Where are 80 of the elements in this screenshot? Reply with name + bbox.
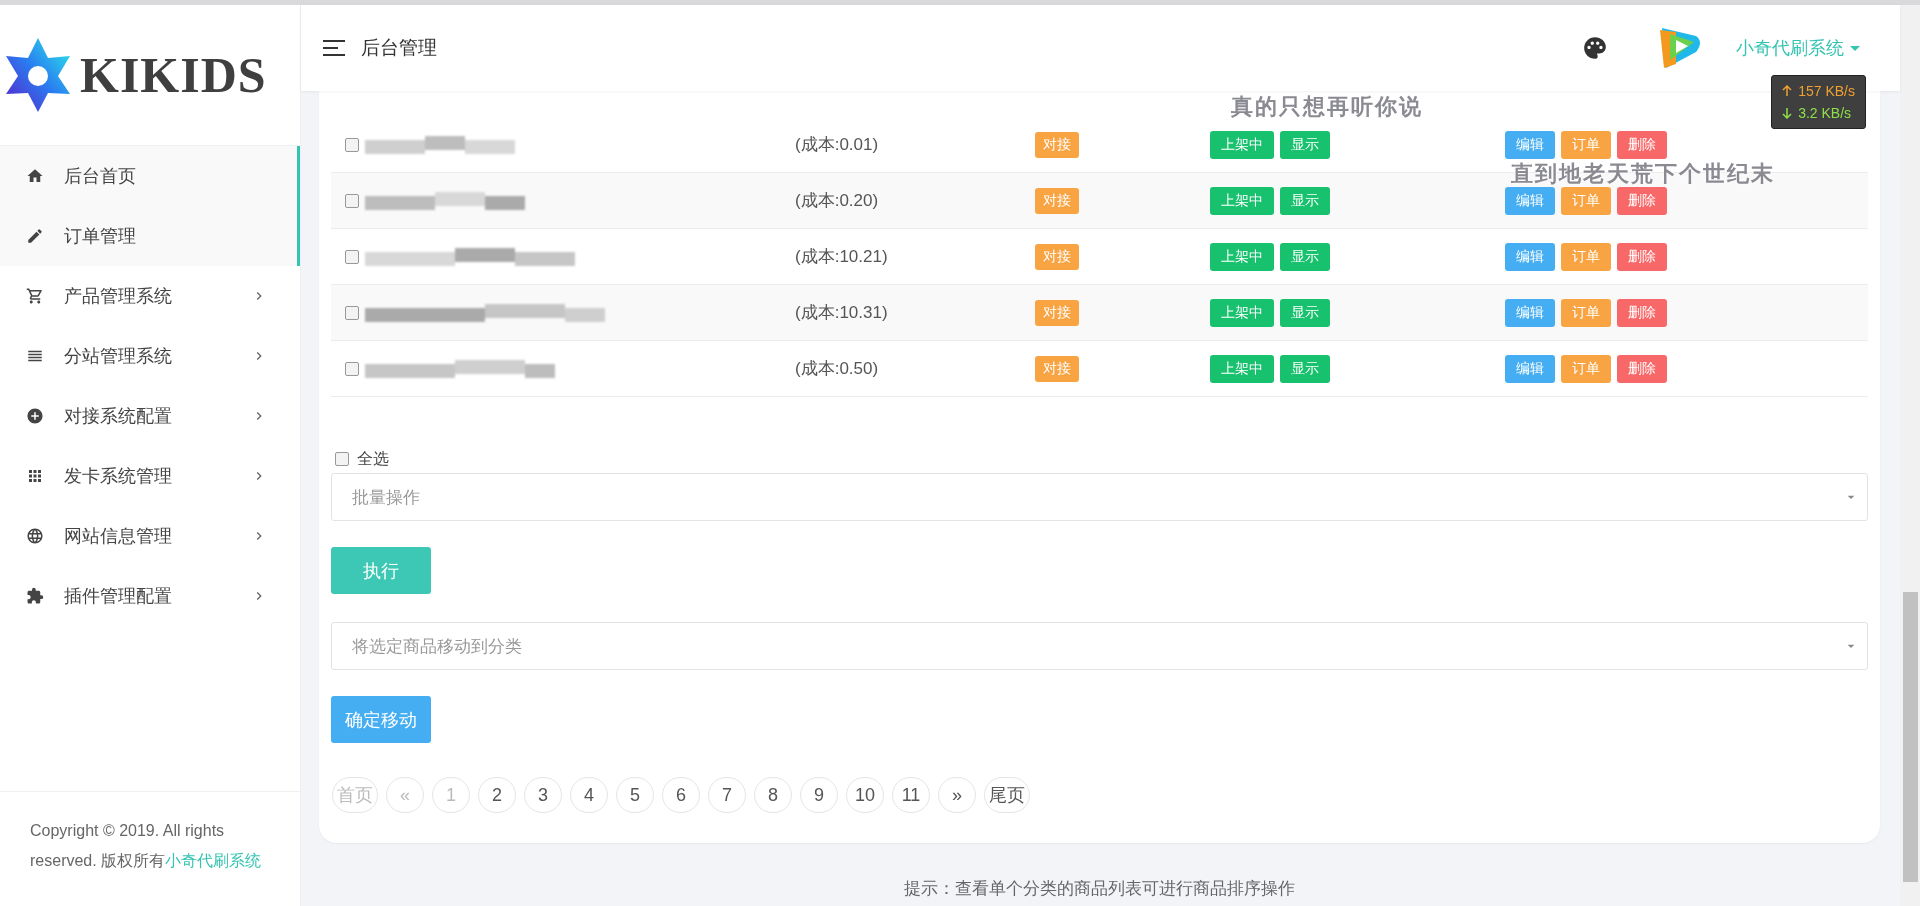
scrollbar[interactable] [1900, 5, 1920, 906]
source-tag: 对接 [1035, 243, 1079, 270]
cost-text: (成本:0.01) [795, 134, 879, 156]
batch-action-select[interactable]: 批量操作 [331, 473, 1868, 521]
move-button[interactable]: 确定移动 [331, 696, 431, 743]
row-checkbox[interactable] [345, 361, 359, 376]
menu-label: 发卡系统管理 [64, 465, 173, 488]
globe-icon [26, 527, 44, 545]
menu-label: 网站信息管理 [64, 525, 173, 548]
edit-button[interactable]: 编辑 [1505, 130, 1555, 159]
select-placeholder: 将选定商品移动到分类 [352, 635, 522, 658]
sidebar-item[interactable]: 后台首页 [0, 146, 300, 206]
select-all-checkbox[interactable]: 全选 [331, 447, 389, 471]
visibility-button[interactable]: 显示 [1280, 186, 1330, 215]
source-tag: 对接 [1035, 131, 1079, 158]
menu-label: 分站管理系统 [64, 345, 173, 368]
upload-speed: 157 KB/s [1798, 82, 1855, 101]
edit-button[interactable]: 编辑 [1505, 354, 1555, 383]
status-button[interactable]: 上架中 [1210, 242, 1274, 271]
menu-label: 订单管理 [64, 225, 137, 248]
caret-icon [1850, 45, 1860, 51]
cart-icon [26, 287, 44, 305]
source-tag: 对接 [1035, 355, 1079, 382]
up-arrow-icon [1782, 85, 1793, 97]
edit-button[interactable]: 编辑 [1505, 186, 1555, 215]
hint-text: 提示：查看单个分类的商品列表可进行商品排序操作 [903, 878, 1296, 900]
down-arrow-icon [1782, 107, 1793, 119]
category-select[interactable]: 将选定商品移动到分类 [331, 622, 1868, 670]
download-speed: 3.2 KB/s [1798, 104, 1852, 123]
select-placeholder: 批量操作 [352, 486, 420, 509]
edit-button[interactable]: 编辑 [1505, 242, 1555, 271]
execute-button[interactable]: 执行 [331, 547, 431, 594]
home-icon [26, 167, 44, 185]
pencil-icon [26, 227, 44, 245]
orders-button[interactable]: 订单 [1561, 298, 1611, 327]
delete-button[interactable]: 删除 [1617, 130, 1667, 159]
orders-button[interactable]: 订单 [1561, 186, 1611, 215]
copyright-link[interactable]: 小奇代刷系统 [165, 852, 262, 869]
status-button[interactable]: 上架中 [1210, 298, 1274, 327]
status-button[interactable]: 上架中 [1210, 354, 1274, 383]
delete-button[interactable]: 删除 [1617, 186, 1667, 215]
row-checkbox[interactable] [345, 249, 359, 264]
palette-icon[interactable] [1582, 35, 1608, 61]
brand-name: KIKIDS [80, 46, 267, 104]
menu-label: 对接系统配置 [64, 405, 173, 428]
visibility-button[interactable]: 显示 [1280, 130, 1330, 159]
lyrics-line: 直到地老天荒下个世纪末 [1511, 161, 1775, 186]
visibility-button[interactable]: 显示 [1280, 298, 1330, 327]
page-title: 后台管理 [361, 36, 438, 60]
status-button[interactable]: 上架中 [1210, 186, 1274, 215]
copyright-text: Copyright © 2019. All rights reserved. 版权所有小奇代刷系统 [0, 791, 300, 906]
row-checkbox[interactable] [345, 137, 359, 152]
row-checkbox[interactable] [345, 193, 359, 208]
orders-button[interactable]: 订单 [1561, 354, 1611, 383]
source-tag: 对接 [1035, 299, 1079, 326]
puzzle-icon [26, 587, 44, 605]
lyrics-line: 真的只想再听你说 [1231, 94, 1423, 119]
edit-button[interactable]: 编辑 [1505, 298, 1555, 327]
sidebar-item[interactable]: 订单管理 [0, 206, 300, 266]
orders-button[interactable]: 订单 [1561, 242, 1611, 271]
delete-button[interactable]: 删除 [1617, 242, 1667, 271]
user-menu[interactable]: 小奇代刷系统 [1736, 36, 1860, 60]
orders-button[interactable]: 订单 [1561, 130, 1611, 159]
source-tag: 对接 [1035, 187, 1079, 214]
delete-button[interactable]: 删除 [1617, 354, 1667, 383]
delete-button[interactable]: 删除 [1617, 298, 1667, 327]
cost-text: (成本:10.31) [795, 302, 888, 324]
cost-text: (成本:0.20) [795, 190, 879, 212]
cost-text: (成本:10.21) [795, 246, 888, 268]
visibility-button[interactable]: 显示 [1280, 242, 1330, 271]
cost-text: (成本:0.50) [795, 358, 879, 380]
menu-icon[interactable] [323, 40, 345, 56]
grid-icon [26, 467, 44, 485]
status-button[interactable]: 上架中 [1210, 130, 1274, 159]
row-checkbox[interactable] [345, 305, 359, 320]
menu-label: 产品管理系统 [64, 285, 173, 308]
menu-label: 插件管理配置 [64, 585, 173, 608]
visibility-button[interactable]: 显示 [1280, 354, 1330, 383]
menu-label: 后台首页 [64, 165, 137, 188]
star-logo-icon [4, 36, 72, 114]
